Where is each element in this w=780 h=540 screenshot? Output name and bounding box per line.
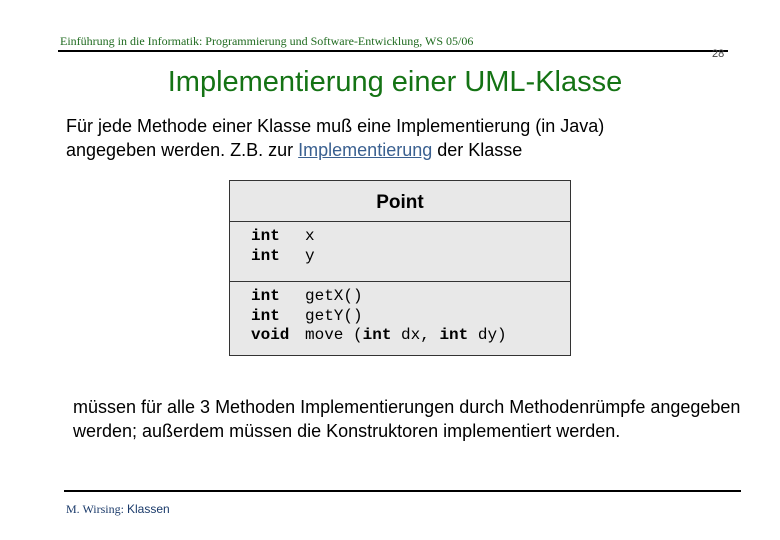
operation-row: int getY(): [251, 307, 570, 327]
operation-type: int: [251, 287, 280, 305]
param-type: int: [362, 326, 392, 344]
outro-paragraph: müssen für alle 3 Methoden Implementieru…: [73, 397, 741, 441]
footer-topic: Klassen: [126, 502, 170, 516]
attribute-name: y: [305, 246, 315, 265]
uml-operations: int getX() int getY() void move (int dx, in…: [230, 282, 570, 346]
operation-type: int: [251, 306, 280, 325]
operation-name: getY(): [305, 306, 363, 325]
uml-class-diagram: Point int x int y int getX() int getY() void…: [229, 180, 571, 356]
uml-class-name: Point: [230, 181, 570, 222]
intro-text: der Klasse: [432, 140, 523, 160]
operation-row: int getX(): [251, 287, 570, 307]
operation-name: move (: [305, 326, 363, 344]
uml-attributes: int x int y: [230, 222, 570, 282]
intro-line-1: Für jede Methode einer Klasse muß eine I…: [66, 116, 605, 136]
operation-type: void: [251, 326, 290, 344]
intro-paragraph: Für jede Methode einer Klasse muß eine I…: [66, 114, 604, 162]
attribute-type: int: [251, 246, 280, 265]
header-divider: [58, 50, 728, 52]
footer: M. Wirsing: Klassen: [66, 502, 170, 517]
operation-row: void move (int dx, int dy): [251, 326, 570, 346]
implementierung-link[interactable]: Implementierung: [298, 140, 432, 160]
footer-divider: [64, 490, 741, 492]
param-type: int: [439, 326, 469, 344]
param-name: dx,: [391, 326, 440, 344]
attribute-type: int: [251, 227, 280, 245]
page-number: 28: [712, 48, 725, 60]
attribute-row: int x: [251, 227, 570, 247]
operation-name: getX(): [305, 287, 363, 305]
intro-text: angegeben werden. Z.B. zur: [66, 140, 299, 160]
intro-line-2: angegeben werden. Z.B. zur Implementieru…: [66, 138, 604, 162]
param-name: dy): [468, 326, 507, 344]
course-header: Einführung in die Informatik: Programmie…: [60, 34, 474, 48]
attribute-row: int y: [251, 247, 570, 267]
attribute-name: x: [305, 227, 315, 245]
slide-title: Implementierung einer UML-Klasse: [167, 66, 623, 98]
footer-author: M. Wirsing:: [66, 502, 127, 516]
